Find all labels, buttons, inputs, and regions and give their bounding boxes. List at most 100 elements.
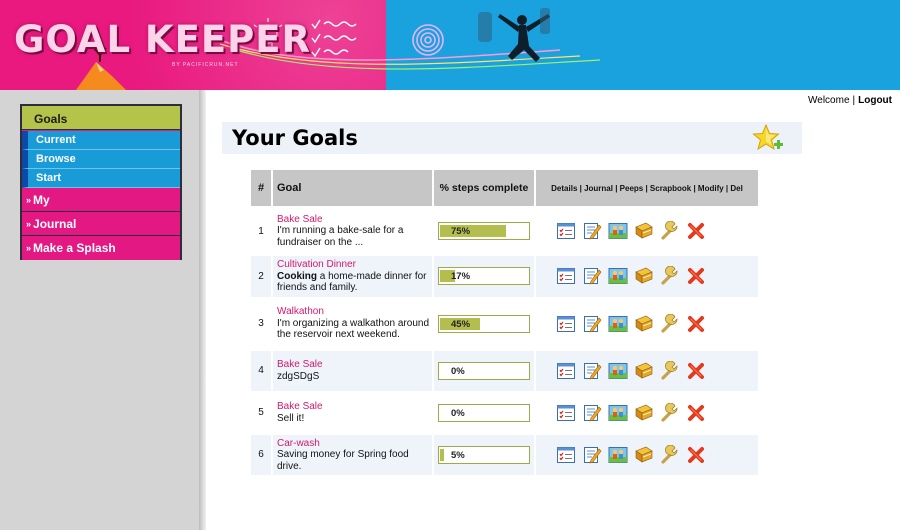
details-icon[interactable] bbox=[556, 361, 576, 381]
journal-icon[interactable] bbox=[582, 445, 602, 465]
add-goal-star-icon[interactable] bbox=[752, 123, 784, 154]
peeps-icon[interactable] bbox=[608, 266, 628, 286]
welcome-text: Welcome bbox=[808, 95, 850, 106]
logo[interactable]: GOAL KEEPER bbox=[14, 18, 311, 61]
logout-link[interactable]: Logout bbox=[858, 95, 892, 106]
page-title-bar: Your Goals bbox=[222, 122, 802, 154]
goal-cell: Bake Sale Sell it! bbox=[273, 393, 432, 433]
scrapbook-icon[interactable] bbox=[634, 314, 654, 334]
goal-cell: Bake Sale zdgSDgS bbox=[273, 350, 432, 391]
delete-icon[interactable] bbox=[686, 403, 706, 423]
progress-bar-fill bbox=[440, 225, 506, 237]
modify-icon[interactable] bbox=[660, 266, 680, 286]
goal-desc-text: Saving money for Spring food drive. bbox=[277, 449, 409, 472]
progress-label: 0% bbox=[451, 365, 465, 377]
delete-icon[interactable] bbox=[686, 266, 706, 286]
table-row: 4 Bake Sale zdgSDgS 0% bbox=[251, 350, 758, 391]
delete-icon[interactable] bbox=[686, 221, 706, 241]
goal-desc-text: Sell it! bbox=[277, 412, 305, 424]
progress-bar: 45% bbox=[438, 314, 530, 333]
table-row: 2 Cultivation Dinner Cooking a home-made d… bbox=[251, 256, 758, 297]
journal-icon[interactable] bbox=[582, 221, 602, 241]
delete-icon[interactable] bbox=[686, 445, 706, 465]
peeps-icon[interactable] bbox=[608, 314, 628, 334]
progress-bar-fill bbox=[440, 448, 444, 461]
details-icon[interactable] bbox=[556, 403, 576, 423]
journal-icon[interactable] bbox=[582, 314, 602, 334]
nav-item-start[interactable]: Start bbox=[22, 169, 180, 188]
nav-arrow-icon: » bbox=[26, 219, 32, 229]
actions-cell bbox=[536, 299, 758, 349]
nav-item-browse[interactable]: Browse bbox=[22, 150, 180, 169]
nav-item-label: Make a Splash bbox=[33, 241, 116, 255]
goals-table: # Goal % steps complete Details | Journa… bbox=[249, 168, 760, 477]
goal-title-link[interactable]: Bake Sale bbox=[277, 214, 430, 226]
modify-icon[interactable] bbox=[660, 360, 680, 381]
goal-cell: Cultivation Dinner Cooking a home-made di… bbox=[273, 256, 432, 297]
nav-item-journal[interactable]: » Journal bbox=[22, 212, 180, 236]
progress-cell: 0% bbox=[434, 350, 534, 391]
scrapbook-icon[interactable] bbox=[634, 445, 654, 465]
details-icon[interactable] bbox=[556, 266, 576, 286]
modify-icon[interactable] bbox=[660, 444, 680, 465]
progress-cell: 0% bbox=[434, 393, 534, 433]
welcome-bar: Welcome | Logout bbox=[808, 95, 892, 106]
progress-cell: 75% bbox=[434, 208, 534, 254]
nav-item-current[interactable]: Current bbox=[22, 131, 180, 150]
goal-title-link[interactable]: Walkathon bbox=[277, 306, 430, 318]
nav-item-goals[interactable]: Goals bbox=[22, 106, 180, 130]
progress-label: 75% bbox=[451, 226, 471, 237]
scrapbook-icon[interactable] bbox=[634, 361, 654, 381]
goal-title-link[interactable]: Cultivation Dinner bbox=[277, 259, 430, 271]
delete-icon[interactable] bbox=[686, 314, 706, 334]
peeps-icon[interactable] bbox=[608, 403, 628, 423]
progress-bar: 0% bbox=[438, 361, 530, 380]
details-icon[interactable] bbox=[556, 314, 576, 334]
peeps-icon[interactable] bbox=[608, 361, 628, 381]
row-number: 3 bbox=[258, 318, 264, 329]
table-row: 6 Car-wash Saving money for Spring food dr… bbox=[251, 434, 758, 475]
peeps-icon[interactable] bbox=[608, 445, 628, 465]
goal-title-link[interactable]: Bake Sale bbox=[277, 401, 430, 413]
progress-cell: 5% bbox=[434, 434, 534, 475]
scrapbook-icon[interactable] bbox=[634, 403, 654, 423]
goal-cell: Bake Sale I'm running a bake-sale for a f… bbox=[273, 208, 432, 254]
details-icon[interactable] bbox=[556, 221, 576, 241]
row-number: 6 bbox=[251, 434, 271, 475]
row-number: 2 bbox=[251, 256, 271, 297]
scrapbook-icon[interactable] bbox=[634, 221, 654, 241]
peeps-icon[interactable] bbox=[608, 221, 628, 241]
row-number: 5 bbox=[258, 407, 264, 418]
goal-title-link[interactable]: Car-wash bbox=[277, 438, 430, 450]
goal-description: Sell it! bbox=[277, 413, 304, 424]
journal-icon[interactable] bbox=[582, 361, 602, 381]
actions-cell bbox=[536, 256, 758, 297]
delete-icon[interactable] bbox=[686, 361, 706, 381]
nav-item-make-a-splash[interactable]: » Make a Splash bbox=[22, 236, 180, 260]
journal-icon[interactable] bbox=[582, 403, 602, 423]
progress-label: 5% bbox=[451, 449, 465, 461]
actions-cell bbox=[536, 393, 758, 433]
goal-description: I'm organizing a walkathon around the re… bbox=[277, 318, 429, 341]
column-header-percent: % steps complete bbox=[434, 170, 534, 206]
goal-cell: Car-wash Saving money for Spring food dri… bbox=[273, 434, 432, 475]
goal-cell: Walkathon I'm organizing a walkathon arou… bbox=[273, 299, 432, 349]
row-number: 1 bbox=[258, 225, 264, 237]
goal-title-link[interactable]: Bake Sale bbox=[277, 359, 430, 371]
modify-icon[interactable] bbox=[660, 402, 680, 423]
scrapbook-icon[interactable] bbox=[634, 266, 654, 286]
modify-icon[interactable] bbox=[660, 221, 680, 241]
journal-icon[interactable] bbox=[582, 266, 602, 286]
table-row: 1 Bake Sale I'm running a bake-sale for a … bbox=[251, 208, 758, 254]
progress-bar: 75% bbox=[438, 222, 530, 240]
nav-arrow-icon: » bbox=[26, 243, 32, 253]
mountain-icon bbox=[76, 62, 126, 90]
nav-item-label: Journal bbox=[33, 217, 77, 231]
modify-icon[interactable] bbox=[660, 313, 680, 334]
details-icon[interactable] bbox=[556, 445, 576, 465]
actions-cell bbox=[536, 208, 758, 254]
progress-label: 17% bbox=[451, 271, 471, 283]
table-row: 3 Walkathon I'm organizing a walkathon aro… bbox=[251, 299, 758, 349]
progress-label: 0% bbox=[451, 407, 465, 419]
nav-item-my[interactable]: » My bbox=[22, 188, 180, 212]
